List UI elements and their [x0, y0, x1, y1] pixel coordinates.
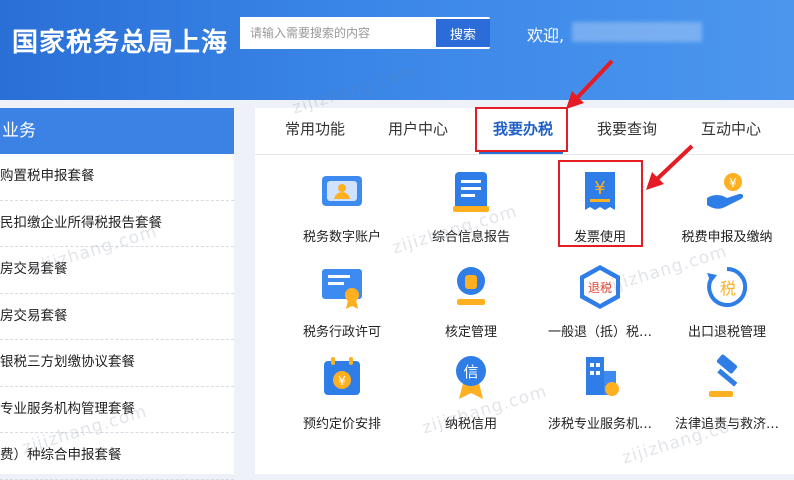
service-building-icon: [586, 357, 619, 396]
tile-label: 税务行政许可: [302, 325, 381, 340]
site-title: 国家税务总局上海: [12, 28, 229, 58]
tile-label: 出口退税管理: [687, 325, 766, 340]
main-panel: 常用功能 用户中心 我要办税 我要查询 互动中心 税务数字账户 综合信息报告 ¥: [255, 108, 794, 474]
tab-query[interactable]: 我要查询: [597, 118, 657, 139]
tile-digital-account[interactable]: 税务数字账户: [275, 168, 409, 263]
svg-text:¥: ¥: [338, 374, 346, 388]
tax-payment-icon: ¥: [707, 173, 744, 209]
arrow-to-invoice-icon: [646, 144, 694, 190]
tile-verification[interactable]: 核定管理: [404, 263, 538, 358]
admin-license-icon: [322, 269, 362, 309]
calendar-yen-icon: ¥: [324, 357, 360, 395]
tile-label: 涉税专业服务机…: [547, 417, 652, 432]
credit-medal-icon: 信: [456, 356, 486, 399]
sidebar-item[interactable]: 银税三方划缴协议套餐: [0, 340, 234, 387]
sidebar-item[interactable]: 房交易套餐: [0, 294, 234, 340]
svg-text:¥: ¥: [729, 176, 737, 190]
tile-label: 核定管理: [444, 325, 497, 340]
search-button[interactable]: 搜索: [436, 19, 490, 47]
arrow-to-tab-icon: [566, 59, 614, 109]
export-refund-icon: 税: [707, 266, 748, 307]
tab-common[interactable]: 常用功能: [285, 118, 345, 139]
tile-export-refund[interactable]: 税 出口退税管理: [660, 263, 794, 358]
tile-label: 一般退（抵）税…: [547, 325, 652, 340]
tab-user-center[interactable]: 用户中心: [388, 118, 448, 139]
tile-label: 税费申报及缴纳: [681, 230, 773, 245]
sidebar-item[interactable]: 购置税申报套餐: [0, 154, 234, 201]
verification-stamp-icon: [457, 267, 485, 305]
digital-account-icon: [322, 176, 362, 206]
export-badge-text: 税: [720, 279, 736, 298]
blurred-username: [572, 22, 702, 42]
search-box: 搜索: [240, 17, 490, 49]
tile-label: 税务数字账户: [302, 230, 381, 245]
search-input[interactable]: [240, 17, 434, 49]
highlight-box-tab: [475, 107, 568, 152]
sidebar-heading: 业务: [0, 108, 234, 154]
highlight-box-invoice: [558, 160, 643, 247]
tab-interaction[interactable]: 互动中心: [701, 118, 761, 139]
gavel-icon: [709, 354, 738, 397]
tile-label: 预约定价安排: [302, 417, 381, 432]
tile-admin-license[interactable]: 税务行政许可: [275, 263, 409, 358]
tile-pricing-arrangement[interactable]: ¥ 预约定价安排: [275, 353, 409, 448]
tile-service-agency[interactable]: 涉税专业服务机…: [533, 353, 667, 448]
credit-badge-text: 信: [463, 363, 478, 381]
welcome-text: 欢迎,: [527, 26, 565, 45]
